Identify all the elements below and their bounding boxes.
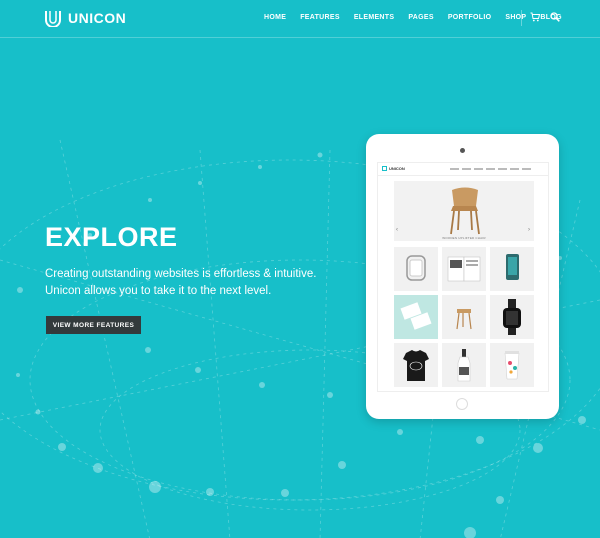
chevron-left-icon: ‹ xyxy=(396,227,398,233)
screen-slider: ‹ WOODEN UPLIFTED CHAIR › xyxy=(394,181,534,241)
product-tile-cards xyxy=(394,295,438,339)
nav-item-pages[interactable]: PAGES xyxy=(408,14,434,21)
nav-item-elements[interactable]: ELEMENTS xyxy=(354,14,395,21)
brand-name: UNICON xyxy=(68,10,127,26)
brand-logo[interactable]: UNICON xyxy=(44,9,126,27)
product-tile-tshirt xyxy=(394,343,438,387)
chevron-right-icon: › xyxy=(528,227,530,233)
nav-item-shop[interactable]: SHOP xyxy=(505,14,526,21)
tablet-home-button xyxy=(456,398,468,410)
view-more-features-button[interactable]: VIEW MORE FEATURES xyxy=(46,316,141,334)
site-header: UNICON HOME FEATURES ELEMENTS PAGES PORT… xyxy=(0,0,600,38)
screen-nav xyxy=(450,168,531,170)
unicon-logo-icon xyxy=(45,11,61,27)
screen-logo: UNICON xyxy=(382,166,405,171)
tshirt-image xyxy=(403,350,429,381)
smartwatch-image xyxy=(503,299,521,335)
stool-image xyxy=(456,309,472,330)
slider-caption: WOODEN UPLIFTED CHAIR xyxy=(442,236,486,240)
nav-item-portfolio[interactable]: PORTFOLIO xyxy=(448,14,492,21)
cards-image xyxy=(400,302,432,330)
screen-header: UNICON xyxy=(378,163,548,176)
hero-subtitle: Creating outstanding websites is effortl… xyxy=(45,268,317,297)
watch-image xyxy=(406,255,426,281)
cart-icon[interactable] xyxy=(530,12,540,22)
hero-title: EXPLORE xyxy=(45,222,178,252)
tablet-screen: UNICON ‹ WOODEN UPLIFTED CHAIR › xyxy=(377,162,549,392)
cup-image xyxy=(504,351,520,380)
tablet-mockup: UNICON ‹ WOODEN UPLIFTED CHAIR › xyxy=(366,134,559,419)
search-icon[interactable] xyxy=(550,12,560,22)
nav-item-home[interactable]: HOME xyxy=(264,14,286,21)
nav-divider xyxy=(521,10,522,26)
product-grid xyxy=(394,247,534,387)
product-tile-bottle xyxy=(442,343,486,387)
bottle-image xyxy=(457,349,471,382)
magazine-image xyxy=(447,256,481,282)
product-tile-stool xyxy=(442,295,486,339)
screen-logo-text: UNICON xyxy=(389,166,405,171)
product-tile-smartwatch xyxy=(490,295,534,339)
nav-item-features[interactable]: FEATURES xyxy=(300,14,340,21)
tablet-camera xyxy=(460,148,465,153)
screen-logo-icon xyxy=(382,166,387,171)
chair-image xyxy=(450,187,480,235)
product-tile-phone xyxy=(490,247,534,291)
product-tile-watch xyxy=(394,247,438,291)
product-tile-cup xyxy=(490,343,534,387)
product-tile-magazine xyxy=(442,247,486,291)
phone-image xyxy=(506,254,519,280)
